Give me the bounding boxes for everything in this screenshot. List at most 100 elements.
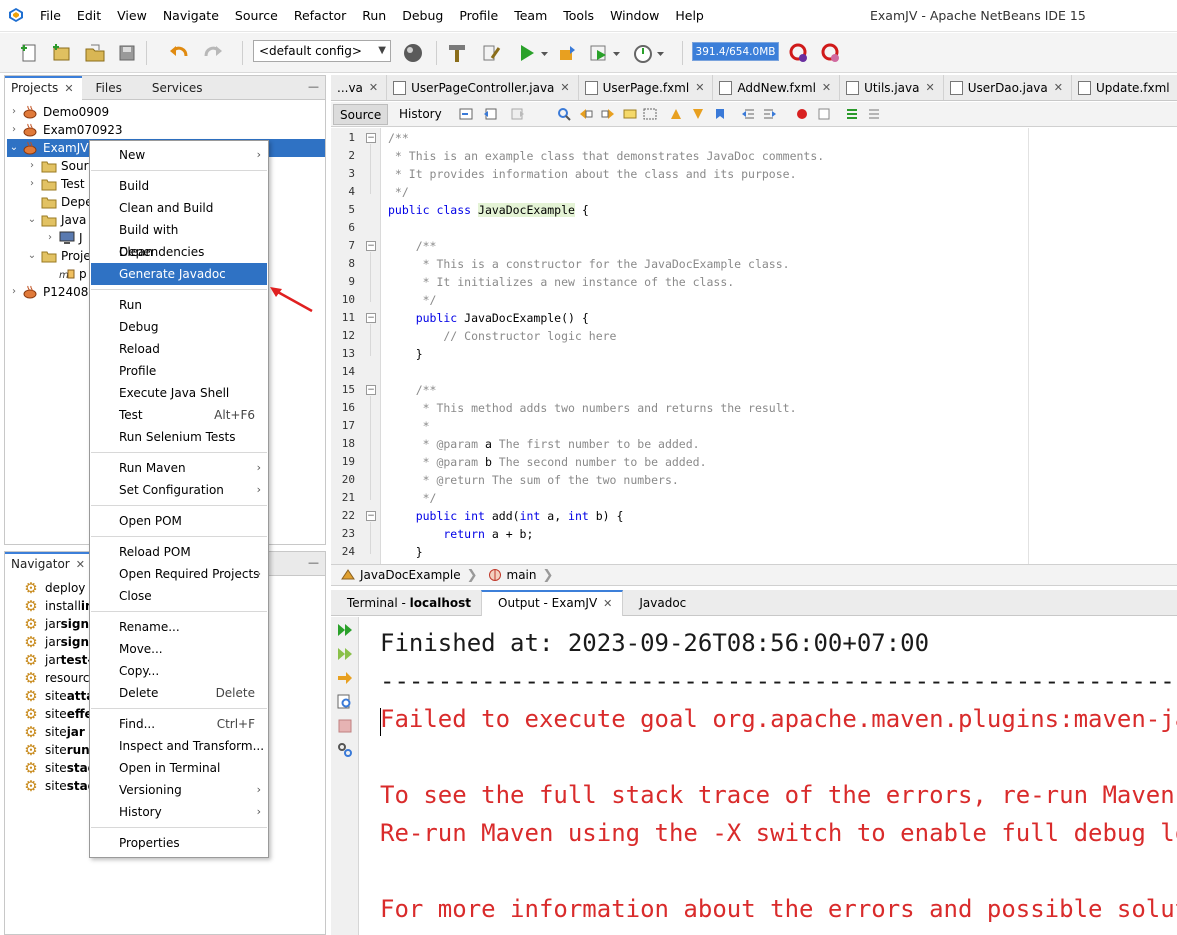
tree-node[interactable]: › Demo0909 bbox=[7, 103, 109, 121]
context-menu-item[interactable]: Open in Terminal bbox=[91, 757, 267, 779]
find-previous-icon[interactable] bbox=[579, 107, 593, 121]
navigator-goal-item[interactable]: ⚙ site stag bbox=[23, 759, 96, 777]
shift-left-icon[interactable] bbox=[741, 107, 755, 121]
context-menu-item[interactable]: Rename... bbox=[91, 616, 267, 638]
navigator-goal-item[interactable]: ⚙ site stag bbox=[23, 777, 96, 795]
save-all-icon[interactable] bbox=[114, 40, 140, 66]
redo-icon[interactable] bbox=[200, 40, 226, 66]
profile-project-icon[interactable] bbox=[586, 40, 612, 66]
context-menu-item[interactable]: Run bbox=[91, 294, 267, 316]
menu-item[interactable]: Debug bbox=[394, 0, 451, 32]
navigator-goal-item[interactable]: ⚙ jar sign- bbox=[23, 633, 94, 651]
navigator-goal-item[interactable]: ⚙ site effe bbox=[23, 705, 92, 723]
editor-tab[interactable]: UserPageController.java ✕ bbox=[387, 75, 579, 100]
chevron-right-icon[interactable]: › bbox=[7, 283, 21, 301]
debug-project-icon[interactable] bbox=[554, 40, 580, 66]
tree-node[interactable]: Depe bbox=[25, 193, 93, 211]
menu-item[interactable]: Window bbox=[602, 0, 667, 32]
memory-indicator[interactable]: 391.4/654.0MB bbox=[692, 42, 779, 61]
minimize-icon[interactable]: — bbox=[308, 80, 319, 93]
context-menu-item[interactable]: Build bbox=[91, 175, 267, 197]
find-icon[interactable] bbox=[557, 107, 571, 121]
chevron-right-icon[interactable]: › bbox=[7, 103, 21, 121]
navigator-goal-item[interactable]: ⚙ deploy bbox=[23, 579, 85, 597]
undo-icon[interactable] bbox=[166, 40, 192, 66]
context-menu-item[interactable]: Clean bbox=[91, 241, 267, 263]
navigator-goal-item[interactable]: ⚙ jar test- bbox=[23, 651, 92, 669]
run-dropdown-icon[interactable] bbox=[540, 40, 550, 66]
fold-toggle-icon[interactable]: − bbox=[366, 133, 376, 143]
back-icon[interactable] bbox=[483, 107, 497, 121]
navigator-goal-item[interactable]: ⚙ jar sign bbox=[23, 615, 89, 633]
profile-ide-dropdown-icon[interactable] bbox=[656, 40, 666, 66]
tree-node[interactable]: › J bbox=[43, 229, 83, 247]
context-menu-item[interactable]: Versioning › bbox=[91, 779, 267, 801]
context-menu-item[interactable]: Set Configuration › bbox=[91, 479, 267, 501]
chevron-right-icon[interactable]: › bbox=[7, 121, 21, 139]
previous-bookmark-icon[interactable] bbox=[669, 107, 683, 121]
menu-item[interactable]: File bbox=[32, 0, 69, 32]
menu-item[interactable]: Team bbox=[506, 0, 555, 32]
context-menu-item[interactable]: Open POM bbox=[91, 510, 267, 532]
fold-toggle-icon[interactable]: − bbox=[366, 241, 376, 251]
output-tab[interactable]: Output - ExamJV ✕ bbox=[481, 590, 624, 616]
tab-navigator[interactable]: Navigator ✕ bbox=[5, 552, 93, 576]
editor-tab[interactable]: ...va ✕ bbox=[331, 75, 388, 100]
navigator-goal-item[interactable]: ⚙ resourc bbox=[23, 669, 89, 687]
memory-gc-icon[interactable] bbox=[818, 40, 844, 66]
last-edit-icon[interactable] bbox=[459, 107, 473, 121]
tree-node[interactable]: › Sour bbox=[25, 157, 89, 175]
gc-icon[interactable] bbox=[786, 40, 812, 66]
context-menu-item[interactable]: Profile bbox=[91, 360, 267, 382]
close-icon[interactable]: ✕ bbox=[926, 75, 935, 100]
context-menu-item[interactable]: Debug bbox=[91, 316, 267, 338]
navigator-goal-item[interactable]: ⚙ install in bbox=[23, 597, 93, 615]
find-next-icon[interactable] bbox=[601, 107, 615, 121]
code-editor[interactable]: /** * This is an example class that demo… bbox=[382, 128, 1028, 564]
menu-item[interactable]: View bbox=[109, 0, 155, 32]
context-menu-item[interactable]: Close bbox=[91, 585, 267, 607]
tree-node[interactable]: › Test bbox=[25, 175, 85, 193]
run-project-icon[interactable] bbox=[514, 40, 540, 66]
open-project-icon[interactable] bbox=[82, 40, 108, 66]
context-menu-item[interactable]: New › bbox=[91, 144, 267, 166]
toggle-bookmark-icon[interactable] bbox=[713, 107, 727, 121]
chevron-down-icon[interactable]: ⌄ bbox=[25, 211, 39, 229]
close-icon[interactable]: ✕ bbox=[603, 597, 612, 610]
history-view-button[interactable]: History bbox=[393, 104, 448, 125]
context-menu-item[interactable]: Inspect and Transform... bbox=[91, 735, 267, 757]
context-menu-item[interactable]: Find... Ctrl+F bbox=[91, 713, 267, 735]
editor-tab[interactable]: Update.fxml✕ bbox=[1072, 75, 1177, 100]
context-menu-item[interactable]: Delete Delete bbox=[91, 682, 267, 704]
next-bookmark-icon[interactable] bbox=[691, 107, 705, 121]
close-icon[interactable]: ✕ bbox=[64, 82, 73, 95]
stop-macro-recording-icon[interactable] bbox=[817, 107, 831, 121]
stop-icon[interactable] bbox=[336, 717, 354, 735]
fold-toggle-icon[interactable]: − bbox=[366, 313, 376, 323]
chevron-right-icon[interactable]: › bbox=[43, 229, 57, 247]
tree-node[interactable]: › P124082 bbox=[7, 283, 96, 301]
context-menu-item[interactable]: Build with Dependencies bbox=[91, 219, 267, 259]
menu-item[interactable]: Refactor bbox=[286, 0, 354, 32]
toggle-rect-selection-icon[interactable] bbox=[643, 107, 657, 121]
output-tab[interactable]: Terminal - localhost bbox=[331, 590, 481, 616]
close-icon[interactable]: ✕ bbox=[822, 75, 831, 100]
target-platform-icon[interactable] bbox=[400, 40, 426, 66]
build-project-icon[interactable] bbox=[444, 40, 470, 66]
comment-icon[interactable] bbox=[845, 107, 859, 121]
close-icon[interactable]: ✕ bbox=[76, 558, 85, 571]
editor-tab[interactable]: Utils.java ✕ bbox=[840, 75, 944, 100]
chevron-down-icon[interactable]: ⌄ bbox=[25, 247, 39, 265]
context-menu-item[interactable]: Test Alt+F6 bbox=[91, 404, 267, 426]
editor-tab[interactable]: UserPage.fxml ✕ bbox=[579, 75, 714, 100]
context-menu-item[interactable]: Copy... bbox=[91, 660, 267, 682]
clean-build-icon[interactable] bbox=[478, 40, 504, 66]
profile-dropdown-icon[interactable] bbox=[612, 40, 622, 66]
new-file-icon[interactable] bbox=[16, 40, 42, 66]
close-icon[interactable]: ✕ bbox=[695, 75, 704, 100]
chevron-down-icon[interactable]: ⌄ bbox=[7, 139, 21, 157]
uncomment-icon[interactable] bbox=[867, 107, 881, 121]
close-icon[interactable]: ✕ bbox=[560, 75, 569, 100]
tab-files[interactable]: Files bbox=[82, 76, 130, 100]
menu-item[interactable]: Profile bbox=[451, 0, 506, 32]
